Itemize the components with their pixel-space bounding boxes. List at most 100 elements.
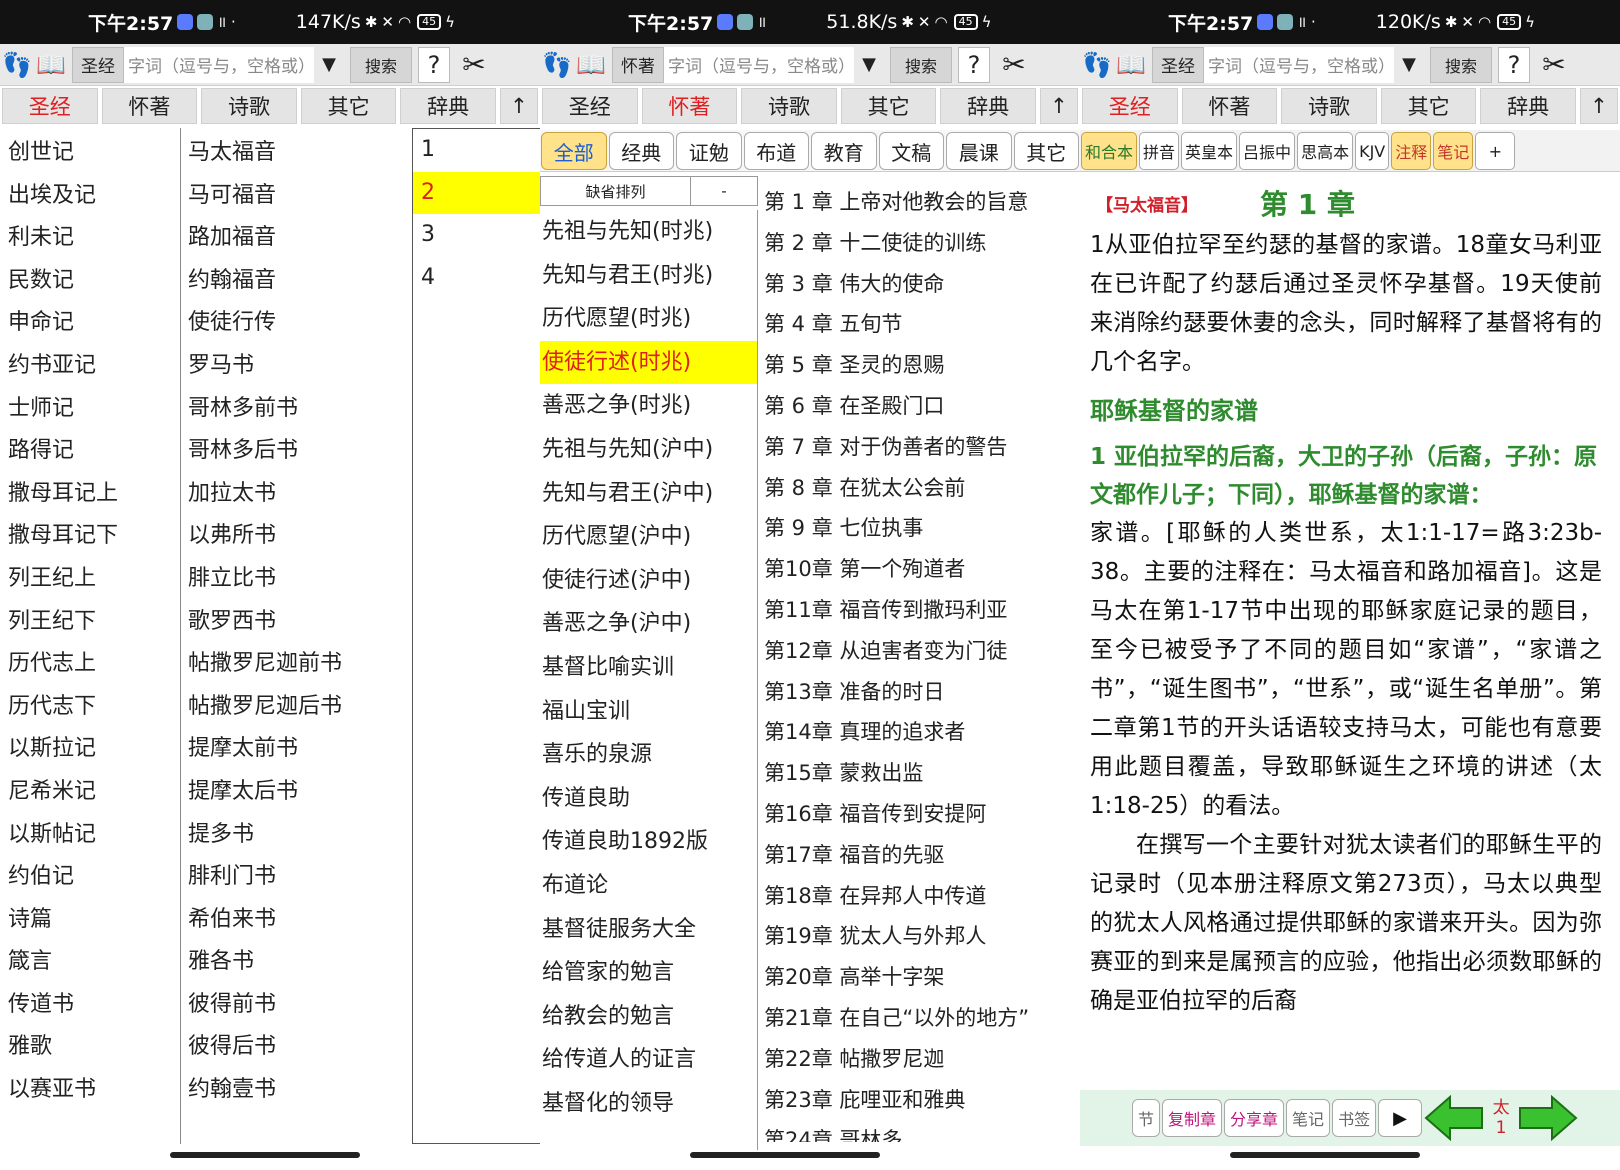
book-item[interactable]: 约伯记 (0, 856, 180, 899)
chapter-item[interactable]: 第23章 庇哩亚和雅典 (764, 1080, 1080, 1121)
chapter-item[interactable]: 第 3 章 伟大的使命 (764, 264, 1080, 305)
footprints-icon[interactable]: 👣 (540, 47, 574, 83)
book-item[interactable]: 约书亚记 (0, 345, 180, 388)
version-tab[interactable]: + (1475, 132, 1516, 170)
book-icon[interactable]: 📖 (574, 47, 608, 83)
tab-bible[interactable]: 圣经 (542, 88, 638, 124)
search-input[interactable]: 字词（逗号与，空格或） (124, 46, 314, 83)
tab-hymns[interactable]: 诗歌 (1281, 88, 1377, 124)
notes-button[interactable]: 笔记 (1286, 1099, 1331, 1137)
book-item[interactable]: 以斯拉记 (0, 728, 180, 771)
book-item[interactable]: 历代志下 (0, 686, 180, 729)
book-item[interactable]: 马太福音 (180, 132, 410, 175)
work-item[interactable]: 基督化的领导 (540, 1082, 757, 1126)
book-item[interactable]: 创世记 (0, 132, 180, 175)
chapter-item[interactable]: 第12章 从迫害者变为门徒 (764, 631, 1080, 672)
tools-icon[interactable]: ✂ (454, 47, 494, 83)
tab-other[interactable]: 其它 (300, 88, 397, 124)
footprints-icon[interactable]: 👣 (0, 47, 34, 83)
mode-button[interactable]: 圣经 (72, 46, 124, 83)
sort-order-button[interactable]: 缺省排列 (541, 177, 691, 205)
book-item[interactable]: 以赛亚书 (0, 1069, 180, 1112)
tab-egw[interactable]: 怀著 (1181, 88, 1278, 124)
home-indicator[interactable] (170, 1152, 360, 1158)
work-item[interactable]: 善恶之争(时兆) (540, 384, 757, 428)
work-item[interactable]: 给传道人的证言 (540, 1038, 757, 1082)
work-item[interactable]: 福山宝训 (540, 690, 757, 734)
bookmark-button[interactable]: 书签 (1332, 1099, 1377, 1137)
chapter-item[interactable]: 第21章 在自己“以外的地方” (764, 998, 1080, 1039)
chapter-item[interactable]: 第11章 福音传到撒玛利亚 (764, 590, 1080, 631)
number-item[interactable]: 3 (413, 214, 540, 257)
work-item[interactable]: 传道良助1892版 (540, 820, 757, 864)
book-item[interactable]: 诗篇 (0, 899, 180, 942)
work-item[interactable]: 基督比喻实训 (540, 646, 757, 690)
chapter-item[interactable]: 第22章 帖撒罗尼迦 (764, 1039, 1080, 1080)
search-button[interactable]: 搜索 (1430, 46, 1492, 83)
version-tab[interactable]: 笔记 (1433, 132, 1474, 170)
book-item[interactable]: 腓利门书 (180, 856, 410, 899)
category-tab[interactable]: 晨课 (946, 132, 1012, 170)
tab-bible[interactable]: 圣经 (1082, 88, 1178, 124)
work-item[interactable]: 历代愿望(时兆) (540, 297, 757, 341)
book-item[interactable]: 士师记 (0, 388, 180, 431)
book-item[interactable]: 哥林多后书 (180, 430, 410, 473)
version-tab[interactable]: KJV (1355, 132, 1390, 170)
version-tab[interactable]: 吕振中 (1239, 132, 1296, 170)
number-item[interactable]: 4 (413, 257, 540, 300)
chevron-down-icon[interactable]: ▼ (1394, 54, 1424, 75)
work-item[interactable]: 历代愿望(沪中) (540, 515, 757, 559)
category-tab[interactable]: 文稿 (878, 132, 944, 170)
arrow-left-icon[interactable] (1424, 1093, 1484, 1143)
verse-text[interactable]: 1 亚伯拉罕的后裔，大卫的子孙（后裔，子孙：原文都作儿子；下同），耶稣基督的家谱… (1090, 438, 1602, 514)
number-item[interactable]: 2 (413, 171, 540, 215)
search-input[interactable]: 字词（逗号与，空格或） (1204, 46, 1394, 83)
search-input[interactable]: 字词（逗号与，空格或） (664, 46, 854, 83)
book-item[interactable]: 路加福音 (180, 217, 410, 260)
chapter-item[interactable]: 第10章 第一个殉道者 (764, 549, 1080, 590)
play-icon[interactable]: ▶ (1378, 1099, 1423, 1137)
book-item[interactable]: 提摩太前书 (180, 728, 410, 771)
share-chapter-button[interactable]: 分享章 (1224, 1099, 1285, 1137)
tab-egw[interactable]: 怀著 (101, 88, 198, 124)
copy-chapter-button[interactable]: 复制章 (1162, 1099, 1223, 1137)
work-item[interactable]: 先祖与先知(沪中) (540, 428, 757, 472)
book-item[interactable]: 传道书 (0, 984, 180, 1027)
tab-dictionary[interactable]: 辞典 (940, 88, 1036, 124)
work-item[interactable]: 使徒行述(时兆) (540, 340, 757, 385)
help-icon[interactable]: ? (1498, 46, 1530, 83)
book-item[interactable]: 撒母耳记上 (0, 473, 180, 516)
book-item[interactable]: 民数记 (0, 260, 180, 303)
chapter-item[interactable]: 第 5 章 圣灵的恩赐 (764, 345, 1080, 386)
tab-dictionary[interactable]: 辞典 (400, 88, 496, 124)
book-item[interactable]: 列王纪上 (0, 558, 180, 601)
chapter-item[interactable]: 第 6 章 在圣殿门口 (764, 386, 1080, 427)
work-item[interactable]: 基督徒服务大全 (540, 908, 757, 952)
book-item[interactable]: 加拉太书 (180, 473, 410, 516)
tab-other[interactable]: 其它 (1380, 88, 1477, 124)
chevron-down-icon[interactable]: ▼ (854, 54, 884, 75)
home-indicator[interactable] (1230, 1152, 1420, 1158)
work-item[interactable]: 先祖与先知(时兆) (540, 210, 757, 254)
work-item[interactable]: 喜乐的泉源 (540, 733, 757, 777)
tab-bible[interactable]: 圣经 (2, 88, 98, 124)
category-tab[interactable]: 经典 (608, 132, 674, 170)
category-tab[interactable]: 证勉 (676, 132, 742, 170)
chapter-item[interactable]: 第19章 犹太人与外邦人 (764, 916, 1080, 957)
book-item[interactable]: 彼得后书 (180, 1026, 410, 1069)
book-item[interactable]: 提摩太后书 (180, 771, 410, 814)
tools-icon[interactable]: ✂ (994, 47, 1034, 83)
help-icon[interactable]: ? (958, 46, 990, 83)
tab-hymns[interactable]: 诗歌 (201, 88, 297, 124)
work-item[interactable]: 给教会的勉言 (540, 995, 757, 1039)
book-item[interactable]: 使徒行传 (180, 302, 410, 345)
chevron-down-icon[interactable]: ▼ (314, 54, 344, 75)
footprints-icon[interactable]: 👣 (1080, 47, 1114, 83)
book-item[interactable]: 撒母耳记下 (0, 515, 180, 558)
book-item[interactable]: 路得记 (0, 430, 180, 473)
work-item[interactable]: 布道论 (540, 864, 757, 908)
chapter-item[interactable]: 第16章 福音传到安提阿 (764, 794, 1080, 835)
book-item[interactable]: 帖撒罗尼迦后书 (180, 686, 410, 729)
book-item[interactable]: 提多书 (180, 814, 410, 857)
book-icon[interactable]: 📖 (1114, 47, 1148, 83)
